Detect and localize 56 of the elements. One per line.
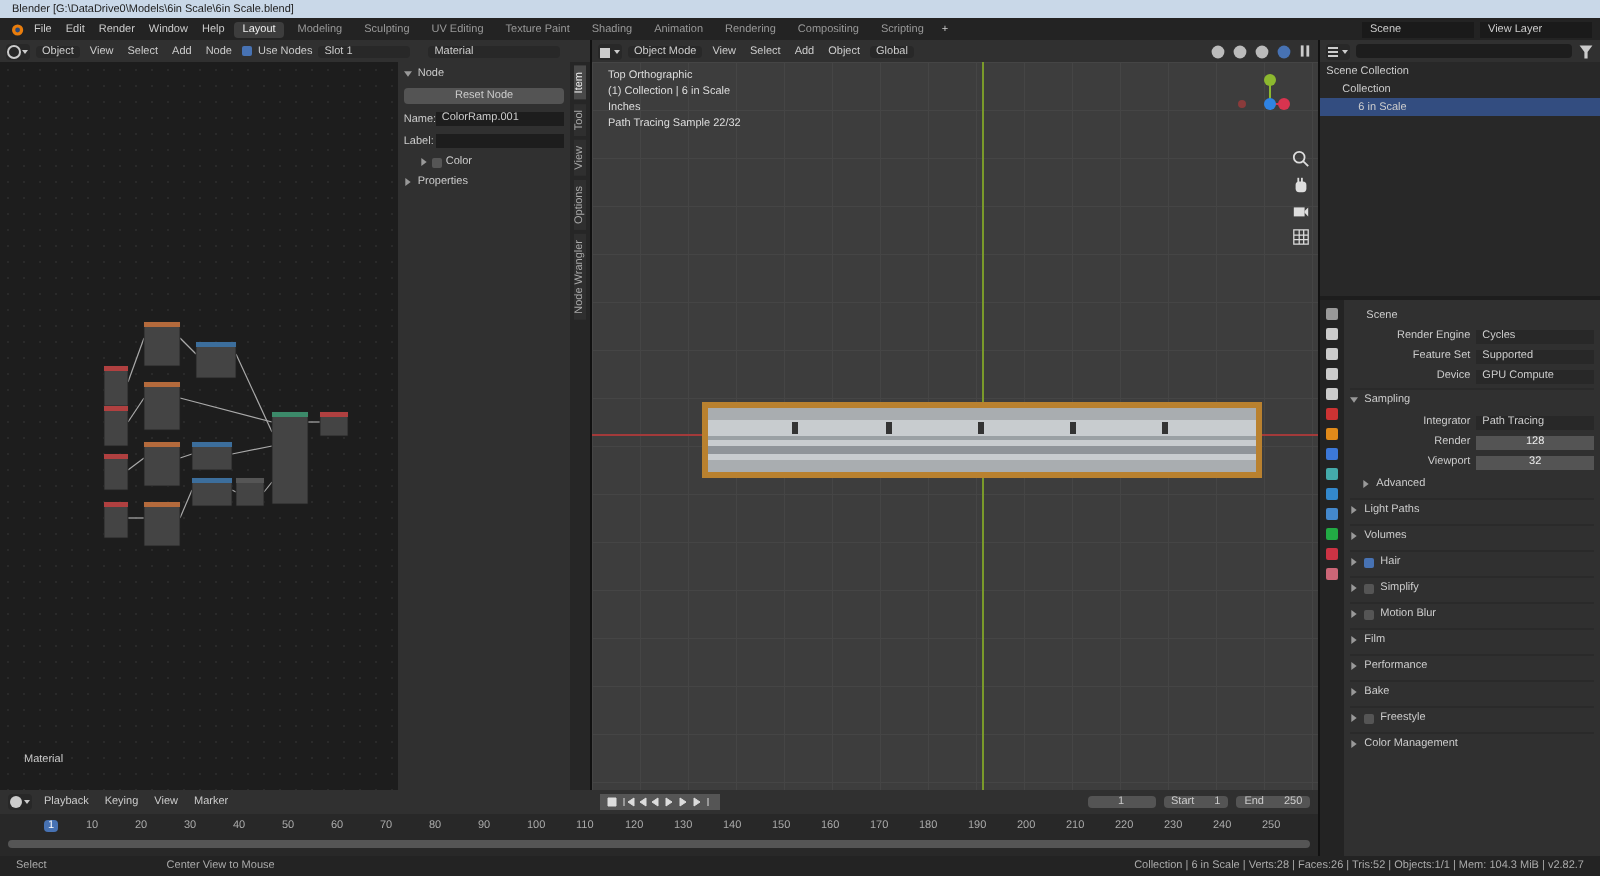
checkbox[interactable] [1364, 557, 1375, 567]
pause-icon[interactable] [1298, 44, 1313, 58]
node-link [127, 337, 145, 383]
expand-arrow-icon[interactable] [1362, 480, 1371, 488]
node-link [231, 445, 273, 455]
graph-node[interactable] [143, 381, 181, 431]
checkbox[interactable] [1364, 583, 1375, 593]
graph-node[interactable] [319, 411, 349, 437]
expand-arrow-icon[interactable] [1350, 662, 1359, 670]
graph-node[interactable] [191, 477, 233, 507]
checkbox[interactable] [241, 46, 252, 56]
expand-arrow-icon[interactable] [403, 178, 412, 186]
graph-node[interactable] [103, 405, 129, 447]
checkbox[interactable] [1364, 609, 1375, 619]
graph-node[interactable] [235, 477, 265, 507]
playback-controls-icon[interactable] [599, 794, 720, 810]
expand-arrow-icon[interactable] [403, 70, 412, 78]
graph-node[interactable] [191, 441, 233, 471]
expand-arrow-icon[interactable] [1350, 506, 1359, 514]
node-link [179, 453, 193, 459]
node-link [307, 421, 321, 423]
blender-logo-icon[interactable] [8, 21, 24, 37]
checkbox[interactable] [431, 157, 442, 167]
graph-node[interactable] [103, 501, 129, 539]
expand-arrow-icon[interactable] [1350, 558, 1359, 566]
expand-arrow-icon[interactable] [1350, 584, 1359, 592]
node-link [179, 489, 193, 519]
editor-type-dropdown[interactable] [1326, 43, 1351, 59]
expand-arrow-icon[interactable] [1350, 610, 1359, 618]
expand-arrow-icon[interactable] [1350, 714, 1359, 722]
node-link [127, 457, 145, 471]
graph-node[interactable] [103, 453, 129, 491]
node-link [231, 489, 237, 493]
editor-type-dropdown[interactable] [6, 43, 30, 59]
expand-arrow-icon[interactable] [1350, 636, 1359, 644]
graph-node[interactable] [143, 501, 181, 547]
grid-icon[interactable] [1292, 228, 1311, 246]
expand-arrow-icon[interactable] [419, 158, 428, 166]
editor-type-dropdown[interactable] [8, 794, 32, 810]
editor-type-dropdown[interactable] [598, 43, 622, 59]
graph-node[interactable] [103, 365, 129, 411]
expand-arrow-icon[interactable] [1350, 740, 1359, 748]
camera-icon[interactable] [1292, 202, 1311, 220]
graph-node[interactable] [195, 341, 237, 379]
node-link [127, 517, 145, 519]
hand-icon[interactable] [1292, 176, 1311, 194]
checkbox[interactable] [1364, 713, 1375, 723]
node-link [179, 337, 197, 355]
graph-node[interactable] [271, 411, 309, 505]
expand-arrow-icon[interactable] [1350, 396, 1359, 404]
graph-node[interactable] [143, 321, 181, 367]
expand-arrow-icon[interactable] [1350, 688, 1359, 696]
expand-arrow-icon[interactable] [1350, 532, 1359, 540]
graph-node[interactable] [143, 441, 181, 487]
zoom-icon[interactable] [1292, 150, 1311, 168]
node-link [127, 397, 145, 423]
